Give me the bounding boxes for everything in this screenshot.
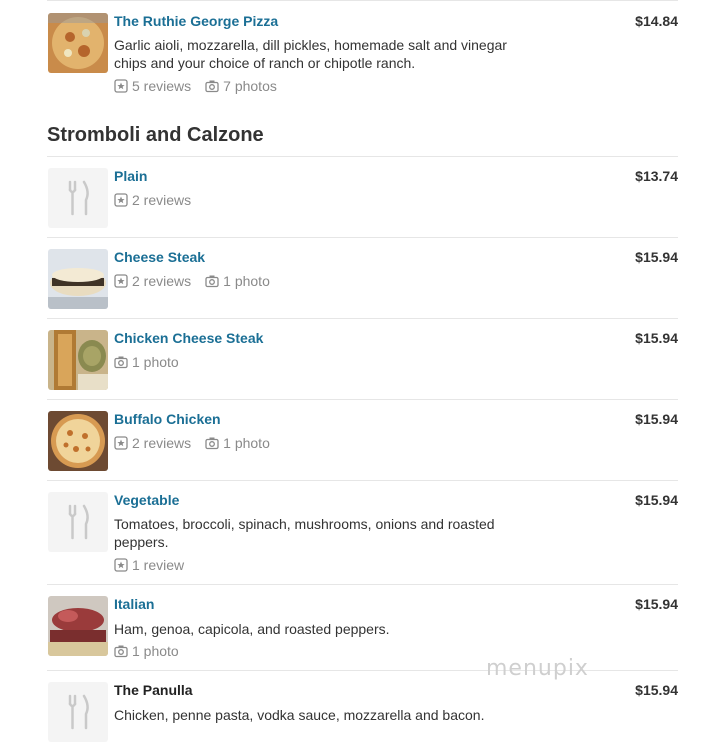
item-price: $13.74 (635, 168, 678, 184)
reviews-count: 2 reviews (132, 192, 192, 208)
item-price: $15.94 (635, 411, 678, 427)
reviews-link[interactable]: 2 reviews (114, 435, 191, 451)
camera-icon (114, 356, 128, 369)
camera-icon (205, 437, 219, 450)
item-meta: 2 reviews 1 photo (114, 435, 284, 451)
item-name-link[interactable]: Italian (114, 596, 154, 612)
camera-icon (205, 80, 219, 93)
item-meta: 5 reviews 7 photos (114, 78, 291, 94)
photos-count: 1 photo (223, 435, 270, 451)
item-name: The Panulla (114, 682, 193, 698)
camera-icon (205, 275, 219, 288)
menu-item: Cheese Steak $15.94 2 reviews 1 photo (47, 237, 678, 318)
item-name-link[interactable]: Chicken Cheese Steak (114, 330, 263, 346)
section-title: Stromboli and Calzone (47, 124, 264, 146)
photos-link[interactable]: 1 photo (205, 273, 270, 289)
reviews-count: 2 reviews (132, 273, 192, 289)
camera-icon (114, 645, 128, 658)
fork-knife-icon (68, 694, 89, 730)
item-price: $15.94 (635, 330, 678, 346)
item-meta: 1 photo (114, 643, 193, 659)
item-price: $15.94 (635, 249, 678, 265)
fork-knife-icon (68, 180, 89, 216)
placeholder-image (48, 168, 108, 228)
menu-item: Chicken Cheese Steak $15.94 1 photo (47, 318, 678, 399)
item-name-link[interactable]: Buffalo Chicken (114, 411, 221, 427)
cheese-steak-photo[interactable] (48, 249, 108, 309)
menu-item: Vegetable $15.94 Tomatoes, broccoli, spi… (47, 480, 678, 584)
photos-count: 1 photo (223, 273, 270, 289)
reviews-link[interactable]: 2 reviews (114, 192, 191, 208)
star-box-icon (114, 558, 128, 572)
placeholder-image (48, 682, 108, 742)
item-meta: 1 photo (114, 354, 193, 370)
watermark-logo: menupix (486, 656, 589, 681)
item-description: Ham, genoa, capicola, and roasted pepper… (114, 621, 390, 637)
photos-link[interactable]: 1 photo (114, 354, 179, 370)
item-name-link[interactable]: Vegetable (114, 492, 179, 508)
italian-photo[interactable] (48, 596, 108, 656)
photos-link[interactable]: 1 photo (205, 435, 270, 451)
reviews-count: 1 review (132, 557, 185, 573)
item-name-link[interactable]: Cheese Steak (114, 249, 205, 265)
item-price: $15.94 (635, 596, 678, 612)
placeholder-image (48, 492, 108, 552)
item-price: $15.94 (635, 492, 678, 508)
reviews-link[interactable]: 1 review (114, 557, 184, 573)
photos-link[interactable]: 1 photo (114, 643, 179, 659)
item-price: $15.94 (635, 682, 678, 698)
reviews-count: 2 reviews (132, 435, 192, 451)
item-meta: 2 reviews (114, 192, 205, 208)
star-box-icon (114, 79, 128, 93)
item-description: Chicken, penne pasta, vodka sauce, mozza… (114, 707, 485, 723)
photos-count: 7 photos (223, 78, 277, 94)
star-box-icon (114, 436, 128, 450)
menu-item: The Ruthie George Pizza $14.84 Garlic ai… (47, 0, 678, 110)
star-box-icon (114, 193, 128, 207)
pizza-photo[interactable] (48, 13, 108, 73)
item-name-link[interactable]: Plain (114, 168, 147, 184)
photos-count: 1 photo (132, 643, 179, 659)
menu-item: The Panulla $15.94 Chicken, penne pasta,… (47, 670, 678, 751)
item-name-link[interactable]: The Ruthie George Pizza (114, 13, 278, 29)
reviews-link[interactable]: 2 reviews (114, 273, 191, 289)
reviews-count: 5 reviews (132, 78, 192, 94)
photos-count: 1 photo (132, 354, 179, 370)
item-description: Tomatoes, broccoli, spinach, mushrooms, … (114, 516, 495, 550)
photos-link[interactable]: 7 photos (205, 78, 277, 94)
fork-knife-icon (68, 504, 89, 540)
buffalo-chicken-photo[interactable] (48, 411, 108, 471)
menu-item: Buffalo Chicken $15.94 2 reviews 1 photo (47, 399, 678, 480)
item-price: $14.84 (635, 13, 678, 29)
item-description: Garlic aioli, mozzarella, dill pickles, … (114, 37, 507, 71)
reviews-link[interactable]: 5 reviews (114, 78, 191, 94)
chicken-cheese-steak-photo[interactable] (48, 330, 108, 390)
menu-item: Plain $13.74 2 reviews (47, 156, 678, 237)
item-meta: 1 review (114, 557, 198, 573)
star-box-icon (114, 274, 128, 288)
item-meta: 2 reviews 1 photo (114, 273, 284, 289)
